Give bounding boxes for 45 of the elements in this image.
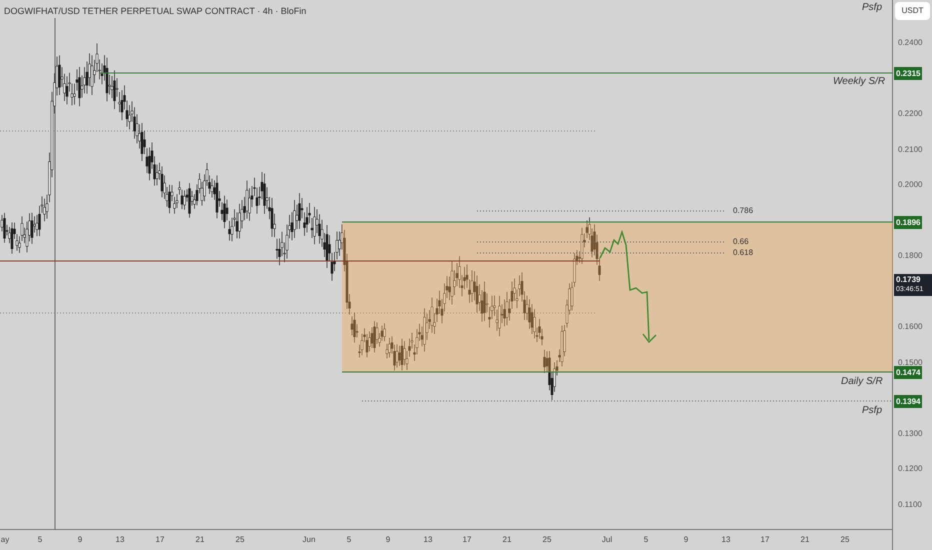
price-badge: 0.1474 <box>894 366 922 379</box>
level-label: Daily S/R <box>841 375 883 389</box>
price-tick: 0.1300 <box>898 428 922 440</box>
time-tick: 9 <box>684 534 688 546</box>
time-tick: 17 <box>156 534 164 546</box>
fib-label: 0.786 <box>733 205 754 217</box>
time-tick: ay <box>0 534 10 546</box>
level-label: Psfp <box>862 1 882 15</box>
time-tick: Jun <box>302 534 316 546</box>
last-price: 0.1739 <box>896 275 922 285</box>
time-tick: 5 <box>644 534 648 546</box>
price-tick: 0.1800 <box>898 250 922 262</box>
price-tick: 0.1500 <box>898 357 922 369</box>
price-tick: 0.2400 <box>898 37 922 49</box>
time-tick: 25 <box>840 534 850 546</box>
fib-label: 0.66 <box>733 236 749 248</box>
time-tick: 13 <box>722 534 730 546</box>
time-tick: 9 <box>386 534 390 546</box>
time-tick: 21 <box>196 534 204 546</box>
time-tick: Jul <box>602 534 612 546</box>
price-badge: 0.1394 <box>894 395 922 408</box>
time-tick: 5 <box>38 534 42 546</box>
price-tick: 0.2000 <box>898 179 922 191</box>
currency-button[interactable]: USDT <box>895 2 930 20</box>
price-tick: 0.1100 <box>898 499 922 511</box>
price-tick: 0.1200 <box>898 463 922 475</box>
time-tick: 9 <box>78 534 82 546</box>
time-tick: 5 <box>346 534 352 546</box>
chart-title: DOGWIFHAT/USD TETHER PERPETUAL SWAP CONTRACT · 4h · BloFin <box>4 5 306 18</box>
time-tick: 13 <box>116 534 124 546</box>
price-tick: 0.2200 <box>898 108 922 120</box>
time-tick: 25 <box>236 534 244 546</box>
time-tick: 21 <box>800 534 810 546</box>
time-tick: 17 <box>462 534 472 546</box>
time-tick: 21 <box>502 534 512 546</box>
price-tick: 0.2100 <box>898 144 922 156</box>
level-label: Weekly S/R <box>833 75 886 89</box>
level-label: Psfp <box>862 404 882 418</box>
time-tick: 25 <box>542 534 552 546</box>
time-tick: 13 <box>424 534 432 546</box>
price-tick: 0.1600 <box>898 321 922 333</box>
time-tick: 17 <box>760 534 770 546</box>
price-badge: 0.2315 <box>894 67 922 80</box>
price-badge: 0.1896 <box>894 216 922 229</box>
fib-label: 0.618 <box>733 247 754 259</box>
